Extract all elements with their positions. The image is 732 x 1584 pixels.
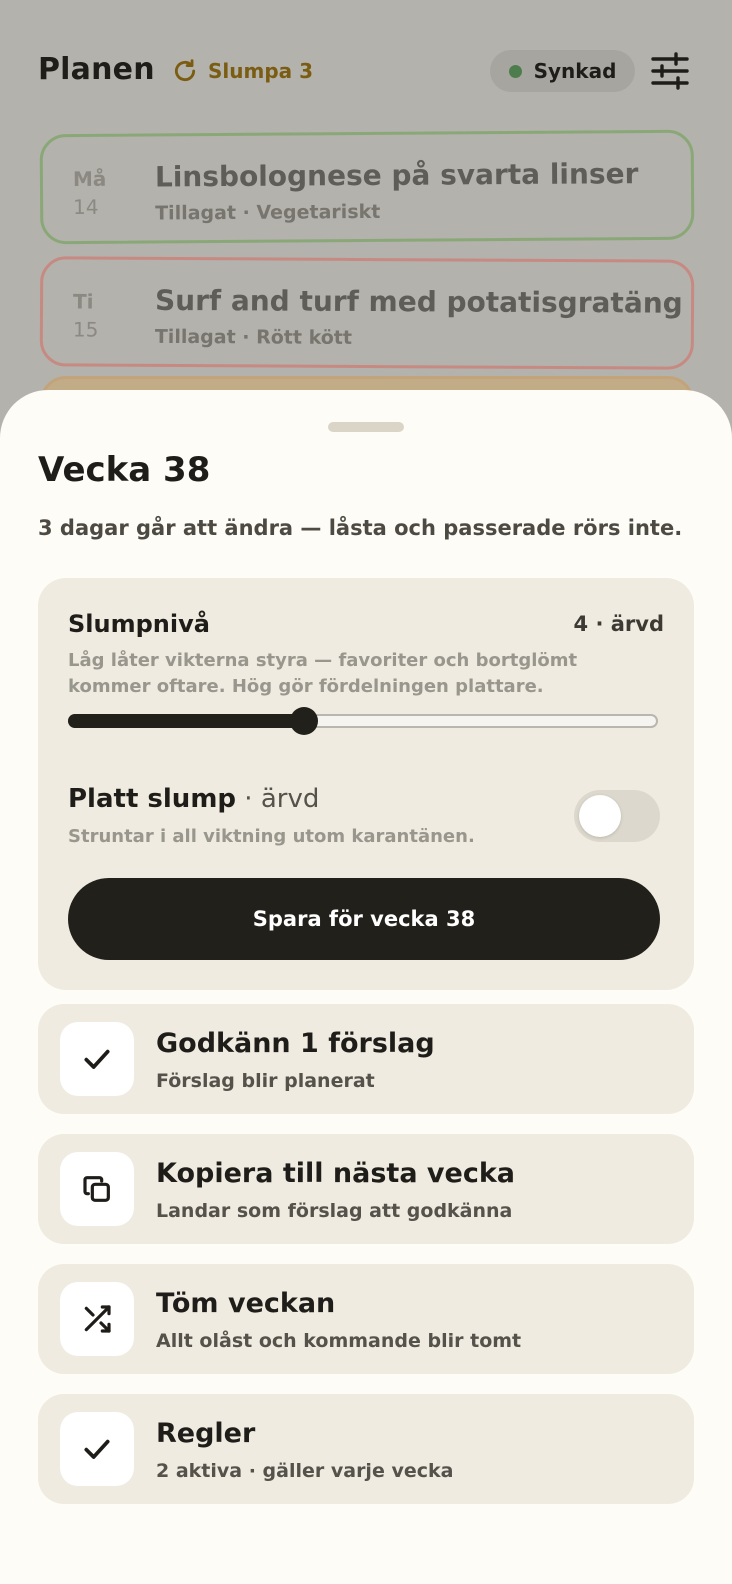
shuffle-button[interactable]: Slumpa 3 [172, 54, 313, 88]
week-bottom-sheet: Vecka 38 3 dagar går att ändra — låsta o… [0, 390, 732, 1584]
toggle-knob [579, 795, 621, 837]
day-abbr: Må [72, 166, 107, 192]
day-date: Ti 15 [73, 289, 133, 341]
sync-dot-icon [508, 64, 522, 78]
randomness-level-value: 4 · ärvd [573, 612, 664, 636]
meal-subtitle: Tillagat · Rött kött [154, 325, 353, 349]
action-title: Regler [156, 1418, 256, 1449]
day-card-monday[interactable]: Må 14 Linsbolognese på svarta linser Til… [39, 129, 695, 245]
flat-random-label: Platt slump · ärvd [68, 784, 319, 814]
clear-week-row[interactable]: Töm veckan Allt olåst och kommande blir … [38, 1264, 694, 1374]
slider-fill [68, 714, 304, 728]
day-abbr: Ti [72, 289, 94, 314]
day-date: Må 14 [73, 167, 133, 219]
sheet-title: Vecka 38 [38, 450, 211, 490]
approve-suggestions-row[interactable]: Godkänn 1 förslag Förslag blir planerat [38, 1004, 694, 1114]
randomness-settings-card: Slumpnivå 4 · ärvd Låg låter vikterna st… [38, 578, 694, 990]
action-subtitle: Förslag blir planerat [156, 1070, 375, 1092]
shuffle-label: Slumpa 3 [208, 59, 314, 83]
action-subtitle: Allt olåst och kommande blir tomt [156, 1330, 522, 1352]
action-subtitle: Landar som förslag att godkänna [156, 1200, 513, 1222]
meal-title: Surf and turf med potatisgratäng [154, 283, 683, 320]
randomness-level-description: Låg låter vikterna styra — favoriter och… [68, 650, 578, 697]
save-week-button[interactable]: Spara för vecka 38 [68, 878, 660, 960]
app-header: Planen Slumpa 3 Synkad [0, 0, 732, 120]
action-title: Godkänn 1 förslag [156, 1028, 435, 1059]
copy-to-next-week-row[interactable]: Kopiera till nästa vecka Landar som förs… [38, 1134, 694, 1244]
copy-icon [83, 1176, 110, 1202]
day-number: 14 [73, 194, 99, 220]
page-title: Planen [38, 52, 155, 87]
action-title: Kopiera till nästa vecka [156, 1158, 516, 1189]
day-number: 15 [72, 317, 99, 342]
rules-row[interactable]: Regler 2 aktiva · gäller varje vecka [38, 1394, 694, 1504]
sheet-drag-handle[interactable] [328, 422, 404, 432]
sheet-subtitle: 3 dagar går att ändra — låsta och passer… [38, 516, 683, 540]
check-icon [84, 1439, 110, 1459]
randomness-level-slider[interactable] [68, 706, 660, 736]
action-icon-box [60, 1022, 134, 1096]
action-icon-box [60, 1152, 134, 1226]
day-card-tuesday[interactable]: Ti 15 Surf and turf med potatisgratäng T… [39, 256, 695, 370]
flat-random-description: Struntar i all viktning utom karantänen. [68, 826, 475, 847]
sync-label: Synkad [533, 59, 617, 83]
sliders-icon [651, 52, 689, 90]
refresh-icon [174, 59, 196, 82]
sync-status-badge[interactable]: Synkad [490, 50, 635, 92]
action-title: Töm veckan [156, 1288, 336, 1319]
action-icon-box [60, 1282, 134, 1356]
meal-title: Linsbolognese på svarta linser [154, 157, 639, 194]
meal-subtitle: Tillagat · Vegetariskt [155, 200, 381, 225]
shuffle-icon [84, 1305, 111, 1333]
check-icon [84, 1049, 110, 1069]
filter-settings-button[interactable] [650, 52, 690, 90]
randomness-level-label: Slumpnivå [68, 610, 210, 638]
flat-random-title: Platt slump [68, 784, 237, 814]
flat-random-inherited: · ärvd [236, 784, 320, 814]
slider-thumb[interactable] [290, 707, 318, 735]
action-icon-box [60, 1412, 134, 1486]
flat-random-toggle[interactable] [574, 790, 660, 842]
action-subtitle: 2 aktiva · gäller varje vecka [156, 1460, 454, 1482]
